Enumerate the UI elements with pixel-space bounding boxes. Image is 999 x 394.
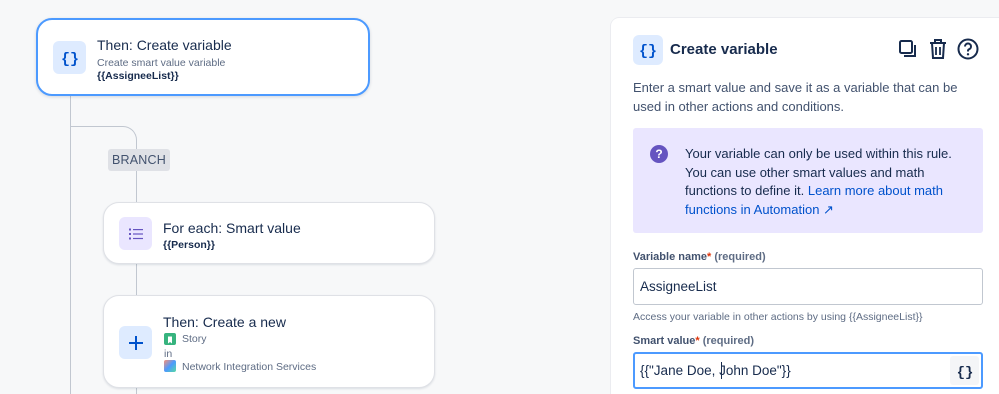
card-subtitle: Create smart value variable <box>97 57 226 69</box>
card-title: Then: Create variable <box>97 37 232 53</box>
label-text: Smart value <box>633 335 696 347</box>
project-name: Network Integration Services <box>182 361 317 373</box>
trash-icon[interactable] <box>927 38 949 60</box>
config-panel: {} Create variable Enter a smart value a… <box>611 18 999 394</box>
braces-icon: {} <box>53 41 86 74</box>
variable-name-help: Access your variable in other actions by… <box>633 311 923 323</box>
variable-name-input[interactable] <box>633 268 983 305</box>
card-value: {{Person}} <box>163 239 215 251</box>
in-label: in <box>164 348 173 360</box>
svg-text:{}: {} <box>956 365 973 379</box>
copy-icon[interactable] <box>897 38 919 60</box>
variable-name-label: Variable name* (required) <box>633 251 766 263</box>
smart-value-label: Smart value* (required) <box>633 335 754 347</box>
required-star: * <box>707 251 712 263</box>
braces-icon: {} <box>633 35 663 65</box>
required-text: (required) <box>702 335 755 347</box>
help-icon[interactable] <box>957 38 979 60</box>
required-text: (required) <box>714 251 766 263</box>
project-avatar-icon <box>164 360 176 372</box>
card-value: {{AssigneeList}} <box>97 70 179 82</box>
label-text: Variable name <box>633 251 707 263</box>
card-title: Then: Create a new <box>163 314 286 330</box>
branch-label: BRANCH <box>108 149 170 171</box>
create-issue-card[interactable]: Then: Create a new Story in Network Inte… <box>103 295 435 388</box>
question-icon: ? <box>650 145 668 163</box>
panel-title: Create variable <box>670 41 778 58</box>
panel-description: Enter a smart value and save it as a var… <box>633 80 958 114</box>
plus-icon <box>119 326 152 359</box>
info-text: Your variable can only be used within th… <box>685 145 970 219</box>
card-title: For each: Smart value <box>163 220 301 236</box>
issue-type: Story <box>182 333 207 345</box>
external-link-icon: ↗ <box>823 201 834 217</box>
branch-connector <box>70 126 137 146</box>
panel-toolbar <box>897 38 979 60</box>
rule-canvas: {} Then: Create variable Create smart va… <box>0 0 600 394</box>
info-banner: ? Your variable can only be used within … <box>633 128 983 233</box>
svg-text:{}: {} <box>639 43 657 58</box>
svg-text:{}: {} <box>60 51 78 66</box>
smart-value-picker-button[interactable]: {} <box>950 356 979 385</box>
for-each-card[interactable]: For each: Smart value {{Person}} <box>103 202 435 264</box>
text-caret <box>721 362 722 379</box>
list-icon <box>119 217 152 250</box>
required-star: * <box>695 335 700 347</box>
smart-value-input[interactable] <box>633 352 983 389</box>
create-variable-card[interactable]: {} Then: Create variable Create smart va… <box>36 18 370 96</box>
story-icon <box>164 333 176 345</box>
